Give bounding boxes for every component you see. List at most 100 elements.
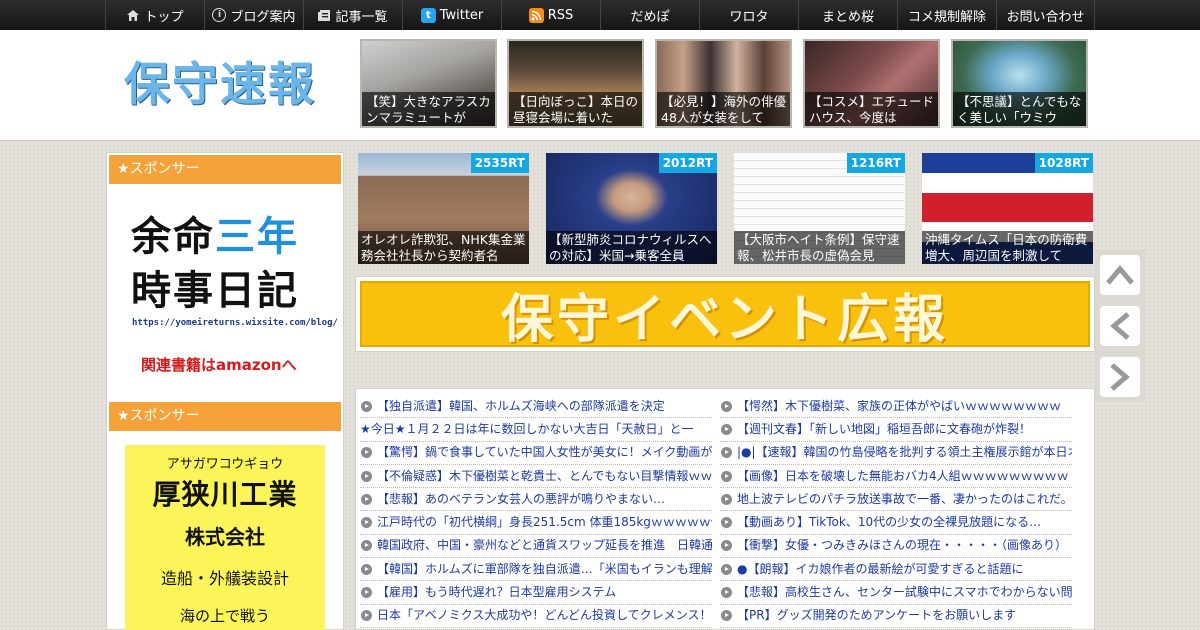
nav-label: Twitter xyxy=(439,7,484,23)
play-bullet-icon xyxy=(721,470,732,482)
event-banner[interactable]: 保守イベント広報 xyxy=(355,276,1095,352)
news-item[interactable]: ★今日★１月２２日は年に数回しかない大吉日「天赦日」と一 xyxy=(360,418,712,442)
nav-label: RSS xyxy=(547,7,574,23)
news-title: 【不倫疑惑】木下優樹菜と乾貴士、とんでもない目撃情報ｗｗ xyxy=(377,468,712,483)
news-item[interactable]: 【驚愕】鍋で食事していた中国人女性が美女に！メイク動画が xyxy=(360,442,712,465)
play-bullet-icon xyxy=(721,493,732,505)
ad-company: 厚狭川工業 xyxy=(152,478,298,511)
news-item[interactable]: 【独自派遣】韓国、ホルムズ海峡への部隊派遣を決定 xyxy=(360,395,712,419)
sidebar: ★スポンサー 余命三年 時事日記 https://yomeireturns.wi… xyxy=(106,152,344,630)
nav-label: トップ xyxy=(144,9,184,25)
sponsor-ad-yomei[interactable]: 余命三年 時事日記 https://yomeireturns.wixsite.c… xyxy=(107,186,343,396)
news-title: ★今日★１月２２日は年に数回しかない大吉日「天赦日」と一 xyxy=(360,421,694,436)
home-icon xyxy=(126,9,140,22)
nav-item-twitter[interactable]: t Twitter xyxy=(402,0,501,30)
news-item[interactable]: 【悲報】あのベテラン女芸人の悪評が鳴りやまない… xyxy=(360,488,712,512)
nav-bar: トップ i ブログ案内 記事一覧 t Twitter RSS だめぽ ワロタ ま… xyxy=(105,0,1095,30)
nav-item-matome-sakura[interactable]: まとめ桜 xyxy=(798,0,897,30)
news-item[interactable]: 【韓国】ホルムズに軍部隊を独自派遣…「米国もイランも理解 xyxy=(360,558,712,582)
nav-item-article-list[interactable]: 記事一覧 xyxy=(303,0,402,30)
news-item[interactable]: 【週刊文春】「新しい地図」稲垣吾郎に文春砲が炸裂！ xyxy=(720,418,1072,442)
news-title: 【独自派遣】韓国、ホルムズ海峡への部隊派遣を決定 xyxy=(377,398,665,413)
twitter-icon: t xyxy=(420,7,436,23)
news-item[interactable]: 韓国政府、中国・豪州などと通貨スワップ延長を推進 日韓通 xyxy=(360,535,712,559)
news-title: ●【朗報】イカ娘作者の最新絵が可愛すぎると話題に xyxy=(737,561,1024,576)
header-thumb[interactable]: 【必見！】海外の俳優48人が女装をして xyxy=(655,39,792,128)
news-title: 【驚愕】鍋で食事していた中国人女性が美女に！メイク動画が xyxy=(377,445,712,460)
ad-title-line2: 時事日記 xyxy=(131,268,299,314)
ad-title-line1: 余命三年 xyxy=(131,204,299,262)
featured-caption: 【大阪市ヘイト条例】保守速報、松井市長の虚偽会見 xyxy=(734,231,905,264)
play-bullet-icon xyxy=(721,563,732,575)
news-title: |●|【速報】韓国の竹島侵略を批判する領土主権展示館が本日オ xyxy=(737,445,1072,460)
ad-business: 造船・外艤装設計 xyxy=(160,569,289,588)
nav-item-contact[interactable]: お問い合わせ xyxy=(996,0,1095,30)
play-bullet-icon xyxy=(361,400,372,412)
sponsor-ad-asagawa[interactable]: アサガワコウギョウ 厚狭川工業 株式会社 造船・外艤装設計 海の上で戦う xyxy=(125,445,325,630)
nav-item-warota[interactable]: ワロタ xyxy=(699,0,798,30)
ad-tagline: 海の上で戦う xyxy=(179,607,270,625)
news-item[interactable]: 地上波テレビのパチラ放送事故で一番、凄かったのはこれだ。 xyxy=(720,488,1072,512)
next-page-button[interactable] xyxy=(1100,357,1140,397)
play-bullet-icon xyxy=(721,587,732,599)
featured-article[interactable]: 1028RT 沖縄タイムス「日本の防衛費増大、周辺国を刺激して xyxy=(922,153,1093,264)
nav-item-blog-info[interactable]: i ブログ案内 xyxy=(204,0,303,30)
news-column-left: 【独自派遣】韓国、ホルムズ海峡への部隊派遣を決定 ★今日★１月２２日は年に数回し… xyxy=(360,395,712,628)
news-list-panel: 【独自派遣】韓国、ホルムズ海峡への部隊派遣を決定 ★今日★１月２２日は年に数回し… xyxy=(355,388,1095,630)
news-title: 地上波テレビのパチラ放送事故で一番、凄かったのはこれだ。 xyxy=(737,491,1072,506)
thumb-caption: 【不思議】とんでもなく美しい「ウミウ xyxy=(953,92,1086,126)
thumb-caption: 【コスメ】エチュードハウス、今度は xyxy=(805,92,938,126)
play-bullet-icon xyxy=(361,447,372,459)
news-item[interactable]: 日本「アベノミクス大成功や！どんどん投資してクレメンス！ xyxy=(360,605,712,628)
header-thumb[interactable]: 【不思議】とんでもなく美しい「ウミウ xyxy=(951,39,1088,128)
retweet-count-badge: 1028RT xyxy=(1034,153,1093,173)
retweet-count-badge: 2012RT xyxy=(658,153,717,173)
nav-label: ブログ案内 xyxy=(230,9,296,25)
header-thumb[interactable]: 【日向ぼっこ】本日の昼寝会場に着いた xyxy=(507,39,644,128)
page-nav-arrows xyxy=(1095,250,1145,402)
news-title: 江戸時代の「初代横綱」身長251.5cm 体重185kgｗｗｗｗｗ他 xyxy=(377,515,712,530)
play-bullet-icon xyxy=(721,517,732,529)
ad-url[interactable]: https://yomeireturns.wixsite.com/blog/ xyxy=(132,318,338,328)
play-bullet-icon xyxy=(361,587,372,599)
nav-label: まとめ桜 xyxy=(821,9,874,25)
featured-article[interactable]: 2012RT 【新型肺炎コロナウィルスへの対応】米国→乗客全員 xyxy=(546,153,717,264)
chevron-up-icon xyxy=(1106,265,1134,285)
featured-article[interactable]: 1216RT 【大阪市ヘイト条例】保守速報、松井市長の虚偽会見 xyxy=(734,153,905,264)
play-bullet-icon xyxy=(721,423,732,435)
news-item[interactable]: 【画像】日本を破壊した無能おバカ4人組ｗｗｗｗｗｗｗｗｗ xyxy=(720,465,1072,489)
news-item[interactable]: 【PR】グッズ開発のためアンケートをお願いします xyxy=(720,605,1072,628)
nav-item-comment-unblock[interactable]: コメ規制解除 xyxy=(897,0,996,30)
scroll-top-button[interactable] xyxy=(1100,255,1140,295)
play-bullet-icon xyxy=(721,540,732,552)
featured-article[interactable]: 2535RT オレオレ詐欺犯、NHK集金業務会社社長から契約者名 xyxy=(358,153,529,264)
news-title: 【動画あり】TikTok、10代の少女の全裸見放題になる… xyxy=(737,515,1042,530)
news-item[interactable]: 【雇用】もう時代遅れ？日本型雇用システム xyxy=(360,581,712,605)
nav-item-rss[interactable]: RSS xyxy=(501,0,600,30)
news-item[interactable]: 【動画あり】TikTok、10代の少女の全裸見放題になる… xyxy=(720,511,1072,535)
news-title: 【雇用】もう時代遅れ？日本型雇用システム xyxy=(377,585,617,600)
ad-text: 三年 xyxy=(215,214,299,260)
news-item[interactable]: 【不倫疑惑】木下優樹菜と乾貴士、とんでもない目撃情報ｗｗ xyxy=(360,465,712,489)
news-item[interactable]: 【愕然】木下優樹菜、家族の正体がやばいｗｗｗｗｗｗｗｗ xyxy=(720,395,1072,419)
news-title: 【画像】日本を破壊した無能おバカ4人組ｗｗｗｗｗｗｗｗｗ xyxy=(737,468,1069,483)
nav-item-top[interactable]: トップ xyxy=(105,0,204,30)
news-item[interactable]: |●|【速報】韓国の竹島侵略を批判する領土主権展示館が本日オ xyxy=(720,442,1072,465)
news-title: 【悲報】高校生さん、センター試験中にスマホでわからない問 xyxy=(737,585,1072,600)
news-item[interactable]: 【悲報】高校生さん、センター試験中にスマホでわからない問 xyxy=(720,581,1072,605)
chevron-right-icon xyxy=(1110,363,1130,391)
news-item[interactable]: 江戸時代の「初代横綱」身長251.5cm 体重185kgｗｗｗｗｗ他 xyxy=(360,511,712,535)
news-item[interactable]: 【衝撃】女優・つみきみほさんの現在・・・・・（画像あり） xyxy=(720,535,1072,559)
nav-label: 記事一覧 xyxy=(335,9,388,25)
header-thumb[interactable]: 【笑】大きなアラスカンマラミュートが xyxy=(360,39,497,128)
news-title: 【愕然】木下優樹菜、家族の正体がやばいｗｗｗｗｗｗｗｗ xyxy=(737,398,1062,413)
site-logo[interactable]: 保守速報 xyxy=(124,54,324,114)
prev-page-button[interactable] xyxy=(1100,306,1140,346)
thumb-caption: 【必見！】海外の俳優48人が女装をして xyxy=(657,92,790,126)
amazon-link[interactable]: 関連書籍はamazonへ xyxy=(141,354,297,375)
header-thumb[interactable]: 【コスメ】エチュードハウス、今度は xyxy=(803,39,940,128)
nav-item-damepo[interactable]: だめぽ xyxy=(600,0,699,30)
nav-label: お問い合わせ xyxy=(1006,9,1085,25)
news-item[interactable]: ●【朗報】イカ娘作者の最新絵が可愛すぎると話題に xyxy=(720,558,1072,582)
news-title: 【衝撃】女優・つみきみほさんの現在・・・・・（画像あり） xyxy=(737,538,1068,553)
